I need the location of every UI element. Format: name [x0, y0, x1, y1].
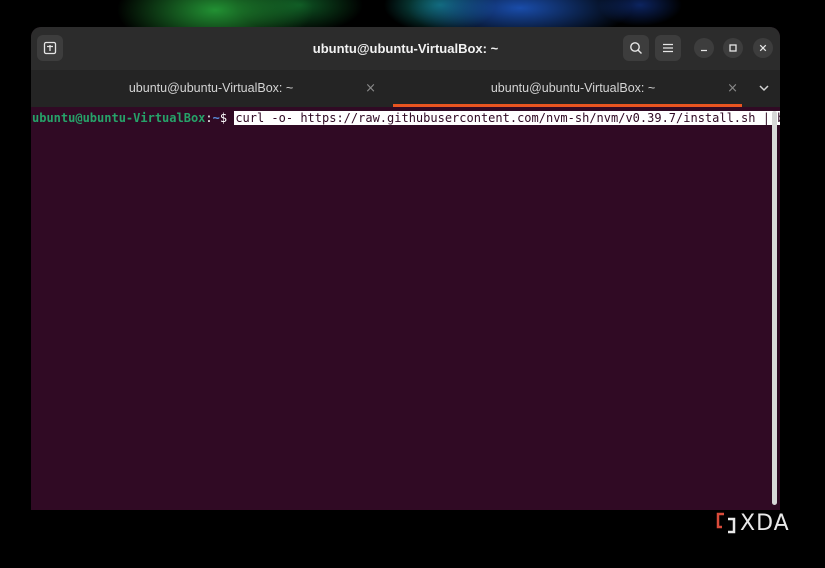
search-icon [630, 42, 642, 54]
tab-close-button[interactable]: × [365, 70, 376, 107]
prompt-colon: : [205, 111, 213, 125]
maximize-button[interactable] [723, 38, 743, 58]
close-icon [759, 44, 767, 52]
chevron-down-icon [759, 85, 769, 92]
terminal-area[interactable]: ubuntu@ubuntu-VirtualBox:~$ curl -o- htt… [31, 107, 780, 510]
tab-bar: ubuntu@ubuntu-VirtualBox: ~ × ubuntu@ubu… [31, 70, 780, 107]
new-tab-button[interactable] [37, 35, 63, 61]
terminal-window: ubuntu@ubuntu-VirtualBox: ~ ubuntu@ubunt… [31, 27, 780, 510]
prompt-path: ~ [212, 111, 220, 125]
new-tab-icon [43, 41, 57, 55]
watermark-text: XDA [740, 510, 790, 536]
command-text[interactable]: curl -o- https://raw.githubusercontent.c… [234, 111, 780, 125]
header-bar: ubuntu@ubuntu-VirtualBox: ~ [31, 27, 780, 70]
hamburger-menu-icon [663, 43, 673, 53]
prompt-user: ubuntu@ubuntu-VirtualBox [32, 111, 206, 125]
minimize-icon [701, 49, 707, 52]
maximize-icon [729, 44, 737, 52]
tab-2[interactable]: ubuntu@ubuntu-VirtualBox: ~ × [393, 70, 753, 107]
xda-watermark: XDA [716, 510, 790, 536]
tab-label: ubuntu@ubuntu-VirtualBox: ~ [128, 81, 294, 95]
tab-close-button[interactable]: × [727, 70, 738, 107]
xda-logo-icon [716, 512, 736, 534]
close-window-button[interactable] [753, 38, 773, 58]
search-button[interactable] [623, 35, 649, 61]
tab-list-button[interactable] [756, 80, 772, 96]
menu-button[interactable] [655, 35, 681, 61]
minimize-button[interactable] [694, 38, 714, 58]
prompt-symbol: $ [219, 111, 235, 125]
scrollbar[interactable] [772, 111, 777, 505]
tab-label: ubuntu@ubuntu-VirtualBox: ~ [490, 81, 656, 95]
tab-1[interactable]: ubuntu@ubuntu-VirtualBox: ~ × [31, 70, 391, 107]
terminal-line: ubuntu@ubuntu-VirtualBox:~$ curl -o- htt… [32, 110, 780, 126]
